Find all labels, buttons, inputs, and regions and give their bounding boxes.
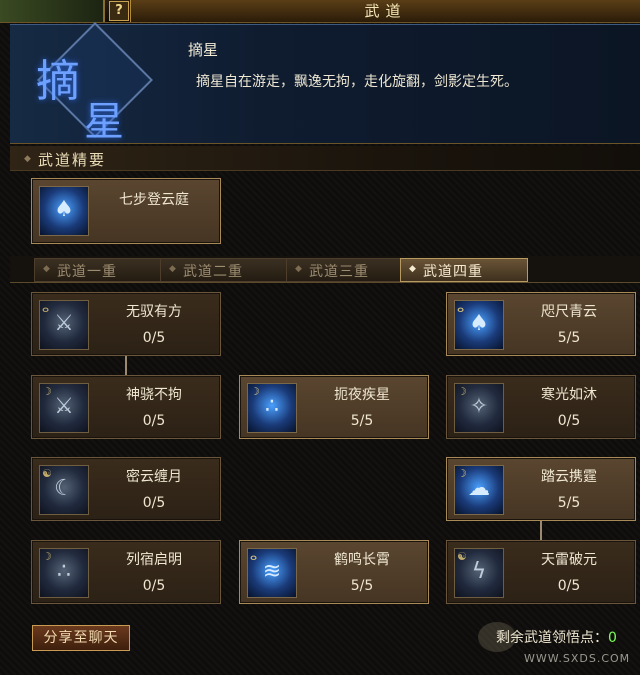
- emblem-char-2: 星: [84, 99, 124, 145]
- wudao-window: ? 武道 摘 星 摘星 摘星自在游走，飘逸无拘，走化旋翻，剑影定生死。 ◆ 武道…: [0, 0, 640, 675]
- tab-bullet-icon: ◆: [295, 264, 302, 274]
- meditation-skill-icon: ♠: [39, 186, 89, 236]
- skill-level: 0/5: [557, 578, 581, 594]
- tab-bullet-icon: ◆: [409, 264, 416, 274]
- tree-connector: [540, 520, 542, 540]
- tier-tabs: ◆ 武道一重 ◆ 武道二重 ◆ 武道三重 ◆ 武道四重: [10, 256, 640, 283]
- skill-card[interactable]: ☯ ☾ 密云缠月 0/5: [31, 457, 221, 521]
- tab-label: 武道二重: [183, 264, 243, 280]
- skill-name: 扼夜疾星: [334, 387, 390, 403]
- skill-level: 5/5: [350, 413, 374, 429]
- watermark-text: WWW.SXDS.COM: [524, 652, 631, 665]
- skill-level: 0/5: [142, 578, 166, 594]
- moon-skill-icon: ☯ ☾: [39, 465, 89, 515]
- share-to-chat-button[interactable]: 分享至聊天: [32, 625, 130, 651]
- skill-name: 寒光如沐: [541, 387, 597, 403]
- skill-name: 列宿启明: [126, 552, 182, 568]
- skill-card[interactable]: ⴰ ≋ 鹤鸣长霄 5/5: [239, 540, 429, 604]
- skill-header: 摘 星 摘星 摘星自在游走，飘逸无拘，走化旋翻，剑影定生死。: [10, 22, 640, 145]
- remaining-points: 剩余武道领悟点：0: [496, 627, 617, 647]
- essentials-title: 武道精要: [38, 151, 107, 169]
- skill-level: 0/5: [142, 330, 166, 346]
- skill-name: 天雷破元: [541, 552, 597, 568]
- sword-skill-icon: ☽ ⚔: [39, 383, 89, 433]
- sword-skill-icon: ⴰ ⚔: [39, 300, 89, 350]
- window-title: 武道: [130, 0, 640, 22]
- help-button[interactable]: ?: [109, 1, 129, 21]
- skill-name: 鹤鸣长霄: [334, 552, 390, 568]
- tab-bullet-icon: ◆: [43, 264, 50, 274]
- cloud-skill-icon: ☽ ☁: [454, 465, 504, 515]
- skill-card[interactable]: ☽ ∴ 扼夜疾星 5/5: [239, 375, 429, 439]
- bullet-icon: ◆: [24, 154, 31, 164]
- skill-card[interactable]: ☽ ∴ 列宿启明 0/5: [31, 540, 221, 604]
- skill-name: 咫尺青云: [541, 304, 597, 320]
- tab-tier-3[interactable]: ◆ 武道三重: [286, 258, 414, 282]
- remaining-points-value: 0: [608, 630, 617, 646]
- crane-skill-icon: ⴰ ≋: [247, 548, 297, 598]
- tab-label: 武道四重: [423, 264, 483, 280]
- thunder-skill-icon: ☯ ϟ: [454, 548, 504, 598]
- remaining-points-label: 剩余武道领悟点：: [496, 630, 608, 646]
- skill-card[interactable]: ☽ ⚔ 神骁不拘 0/5: [31, 375, 221, 439]
- skill-card[interactable]: ⴰ ⚔ 无驭有方 0/5: [31, 292, 221, 356]
- tab-label: 武道三重: [309, 264, 369, 280]
- tab-tier-2[interactable]: ◆ 武道二重: [160, 258, 288, 282]
- skill-card[interactable]: ☽ ✧ 寒光如沐 0/5: [446, 375, 636, 439]
- skill-level: 5/5: [557, 495, 581, 511]
- map-thumbnail: [0, 0, 105, 22]
- tab-tier-1[interactable]: ◆ 武道一重: [34, 258, 162, 282]
- title-bar: ? 武道: [0, 0, 640, 23]
- skill-level: 0/5: [142, 413, 166, 429]
- school-emblem: 摘 星: [16, 22, 166, 145]
- figure-skill-icon: ⴰ ♠: [454, 300, 504, 350]
- skill-card[interactable]: ☯ ϟ 天雷破元 0/5: [446, 540, 636, 604]
- skill-level: 0/5: [142, 495, 166, 511]
- skill-name: 踏云携霆: [541, 469, 597, 485]
- tab-tier-4[interactable]: ◆ 武道四重: [400, 258, 528, 282]
- essential-skill-name: 七步登云庭: [119, 192, 189, 208]
- light-skill-icon: ☽ ✧: [454, 383, 504, 433]
- skill-level: 5/5: [350, 578, 374, 594]
- skill-card[interactable]: ☽ ☁ 踏云携霆 5/5: [446, 457, 636, 521]
- essential-skill-card[interactable]: ♠ 七步登云庭: [31, 178, 221, 244]
- skill-name: 神骁不拘: [126, 387, 182, 403]
- tree-connector: [125, 355, 127, 375]
- skill-level: 0/5: [557, 413, 581, 429]
- skill-name: 密云缠月: [126, 469, 182, 485]
- school-name: 摘星: [188, 41, 219, 59]
- emblem-char-1: 摘: [36, 56, 80, 107]
- school-description: 摘星自在游走，飘逸无拘，走化旋翻，剑影定生死。: [196, 74, 518, 90]
- essentials-section-title: ◆ 武道精要: [10, 146, 640, 171]
- orbs-skill-icon: ☽ ∴: [247, 383, 297, 433]
- tab-label: 武道一重: [57, 264, 117, 280]
- stars-skill-icon: ☽ ∴: [39, 548, 89, 598]
- skill-card[interactable]: ⴰ ♠ 咫尺青云 5/5: [446, 292, 636, 356]
- tab-bullet-icon: ◆: [169, 264, 176, 274]
- skill-level: 5/5: [557, 330, 581, 346]
- skill-name: 无驭有方: [126, 304, 182, 320]
